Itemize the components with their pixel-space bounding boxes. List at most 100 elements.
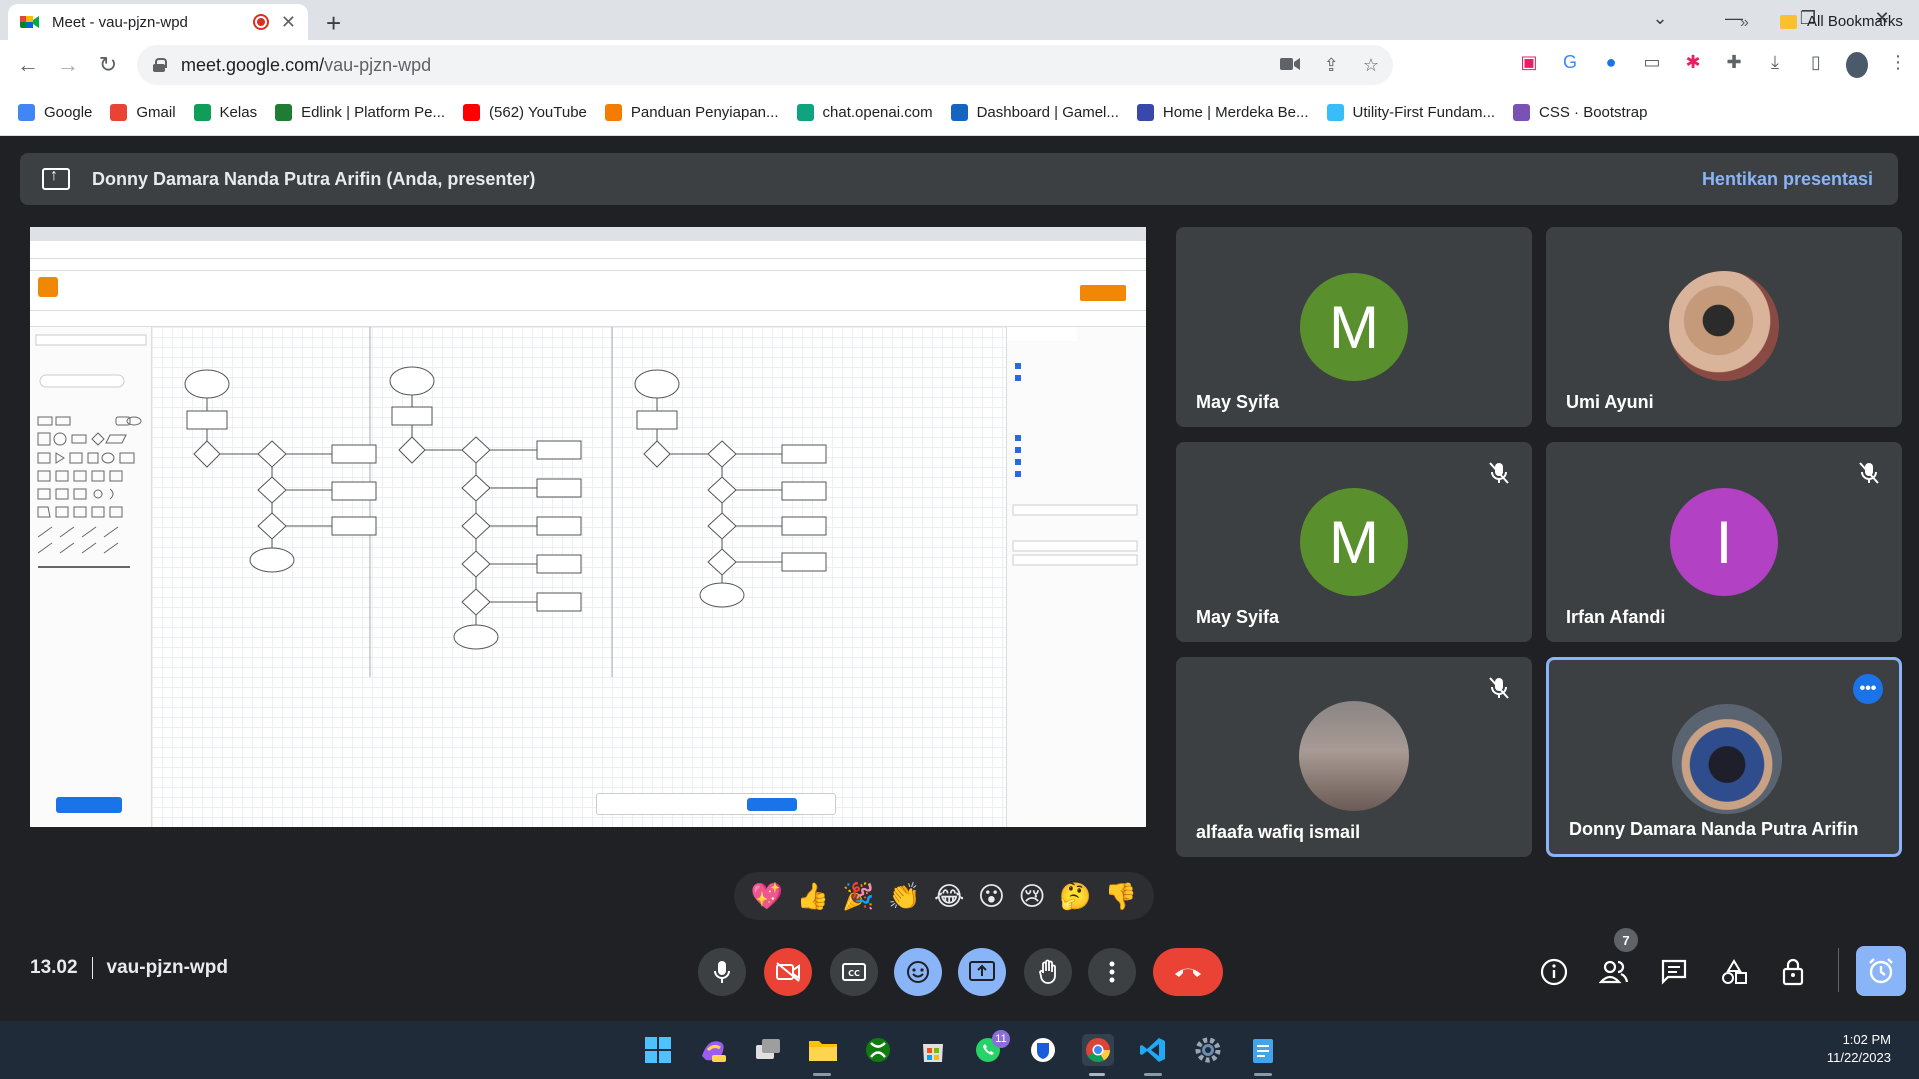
microsoft-store-icon[interactable]: [917, 1034, 949, 1066]
bookmarks-overflow-icon[interactable]: »: [1740, 14, 1749, 32]
participant-tile[interactable]: ••• Donny Damara Nanda Putra Arifin: [1546, 657, 1902, 857]
file-explorer-icon[interactable]: [807, 1034, 839, 1066]
extension-color-icon[interactable]: ▣: [1518, 52, 1540, 78]
url-input[interactable]: meet.google.com/vau-pjzn-wpd ⇪ ☆: [137, 45, 1393, 85]
drawio-share-button: [1080, 285, 1126, 301]
people-button[interactable]: [1596, 954, 1632, 990]
back-icon[interactable]: ←: [8, 52, 48, 78]
task-view-icon[interactable]: [752, 1034, 784, 1066]
presenter-name: Donny Damara Nanda Putra Arifin (Anda, p…: [92, 168, 536, 189]
camera-off-button[interactable]: [764, 948, 812, 996]
people-icon: [1599, 960, 1629, 984]
camera-in-use-icon[interactable]: [1279, 55, 1300, 76]
participant-tile[interactable]: M May Syifa: [1176, 227, 1532, 427]
share-page-icon[interactable]: ⇪: [1324, 55, 1339, 76]
xbox-icon[interactable]: [862, 1034, 894, 1066]
side-panel-icon[interactable]: ▯: [1805, 52, 1827, 78]
all-bookmarks-label: All Bookmarks: [1807, 13, 1903, 30]
drawio-workarea: [30, 327, 1146, 827]
bookmark-item[interactable]: Edlink | Platform Pe...: [275, 104, 445, 121]
reaction-emoji-button[interactable]: 👍: [797, 881, 829, 912]
bitwarden-icon[interactable]: [1027, 1034, 1059, 1066]
reload-icon[interactable]: ↻: [88, 52, 128, 78]
raise-hand-button[interactable]: [1024, 948, 1072, 996]
extension-pink-icon[interactable]: ✱: [1682, 52, 1704, 78]
bookmark-item[interactable]: Kelas: [193, 104, 258, 121]
browser-tab-meet[interactable]: Meet - vau-pjzn-wpd ✕: [8, 4, 308, 40]
shape-library-graphic: [35, 334, 147, 568]
vscode-icon[interactable]: [1137, 1034, 1169, 1066]
stop-presenting-button[interactable]: Hentikan presentasi: [1702, 169, 1873, 190]
host-controls-button[interactable]: [1776, 954, 1812, 990]
picture-in-picture-icon[interactable]: ▭: [1641, 52, 1663, 78]
reaction-emoji-button[interactable]: 💖: [751, 881, 783, 912]
flowchart-diagram: [184, 327, 827, 677]
bookmark-item[interactable]: Gmail: [110, 104, 176, 121]
bookmark-label: (562) YouTube: [489, 104, 587, 121]
emoji-reactions-button[interactable]: [894, 948, 942, 996]
all-bookmarks-button[interactable]: All Bookmarks: [1780, 13, 1903, 30]
bookmark-star-icon[interactable]: ☆: [1363, 55, 1379, 76]
gamelab-icon: [950, 104, 968, 121]
microphone-button[interactable]: [698, 948, 746, 996]
extensions-puzzle-icon[interactable]: ✚: [1723, 52, 1745, 78]
participant-tile[interactable]: alfaafa wafiq ismail: [1176, 657, 1532, 857]
tile-more-options-button[interactable]: •••: [1853, 674, 1883, 704]
drawio-canvas: [152, 327, 1006, 827]
reaction-emoji-button[interactable]: 😢: [1018, 881, 1045, 912]
chrome-menu-icon[interactable]: ⋮: [1887, 52, 1909, 78]
translate-icon[interactable]: G: [1559, 52, 1581, 78]
bookmark-item[interactable]: chat.openai.com: [796, 104, 933, 121]
youtube-icon: [463, 104, 481, 121]
bookmark-item[interactable]: Dashboard | Gamel...: [950, 104, 1119, 121]
settings-icon[interactable]: [1192, 1034, 1224, 1066]
chrome-taskbar-icon[interactable]: [1082, 1034, 1114, 1066]
reaction-emoji-button[interactable]: 😂: [934, 881, 964, 912]
more-options-button[interactable]: [1088, 948, 1136, 996]
hand-icon: [1039, 959, 1056, 984]
running-indicator: [1144, 1073, 1162, 1076]
meeting-time: 13.02: [30, 957, 78, 978]
presenting-banner: Donny Damara Nanda Putra Arifin (Anda, p…: [20, 153, 1898, 205]
windows-start-icon[interactable]: [642, 1034, 674, 1066]
chat-button[interactable]: [1656, 954, 1692, 990]
leave-call-button[interactable]: [1153, 948, 1223, 996]
reaction-emoji-button[interactable]: 👎: [1105, 881, 1137, 912]
tab-search-icon[interactable]: ⌄: [1651, 8, 1669, 29]
bookmark-item[interactable]: CSS · Bootstrap: [1513, 104, 1647, 121]
profile-avatar[interactable]: [1846, 52, 1868, 78]
bookmark-label: Google: [44, 104, 93, 121]
reaction-emoji-button[interactable]: 🎉: [842, 881, 874, 912]
activities-button[interactable]: [1716, 954, 1752, 990]
copilot-icon[interactable]: [697, 1034, 729, 1066]
extension-badge-icon[interactable]: ●: [1600, 52, 1622, 78]
tab-title: Meet - vau-pjzn-wpd: [52, 13, 188, 31]
new-tab-button[interactable]: +: [326, 8, 341, 39]
bookmark-item[interactable]: Google: [18, 104, 92, 121]
folder-icon: [1780, 14, 1797, 29]
meeting-info-button[interactable]: [1536, 954, 1572, 990]
system-clock[interactable]: 1:02 PM 11/22/2023: [1827, 1031, 1891, 1067]
bookmark-item[interactable]: Panduan Penyiapan...: [604, 104, 779, 121]
present-now-button[interactable]: [958, 948, 1006, 996]
bookmark-item[interactable]: Home | Merdeka Be...: [1136, 104, 1309, 121]
timer-button[interactable]: [1856, 946, 1906, 996]
downloads-icon[interactable]: ⤓: [1764, 52, 1786, 78]
info-icon: [1540, 958, 1568, 986]
forward-icon[interactable]: →: [48, 52, 88, 78]
bookmark-item[interactable]: Utility-First Fundam...: [1326, 104, 1495, 121]
participant-tile[interactable]: M May Syifa: [1176, 442, 1532, 642]
notepad-icon[interactable]: [1247, 1034, 1279, 1066]
captions-button[interactable]: CC: [830, 948, 878, 996]
camera-off-icon: [776, 962, 800, 982]
bookmark-item[interactable]: (562) YouTube: [463, 104, 587, 121]
reaction-emoji-button[interactable]: 🤔: [1059, 881, 1091, 912]
participant-tile[interactable]: Umi Ayuni: [1546, 227, 1902, 427]
bookmark-label: Kelas: [219, 104, 258, 121]
participant-tile[interactable]: I Irfan Afandi: [1546, 442, 1902, 642]
close-tab-icon[interactable]: ✕: [281, 12, 296, 33]
participant-photo: [1669, 271, 1779, 381]
emoji-icon: [907, 961, 929, 983]
reaction-emoji-button[interactable]: 👏: [888, 881, 920, 912]
reaction-emoji-button[interactable]: 😮: [978, 881, 1005, 912]
